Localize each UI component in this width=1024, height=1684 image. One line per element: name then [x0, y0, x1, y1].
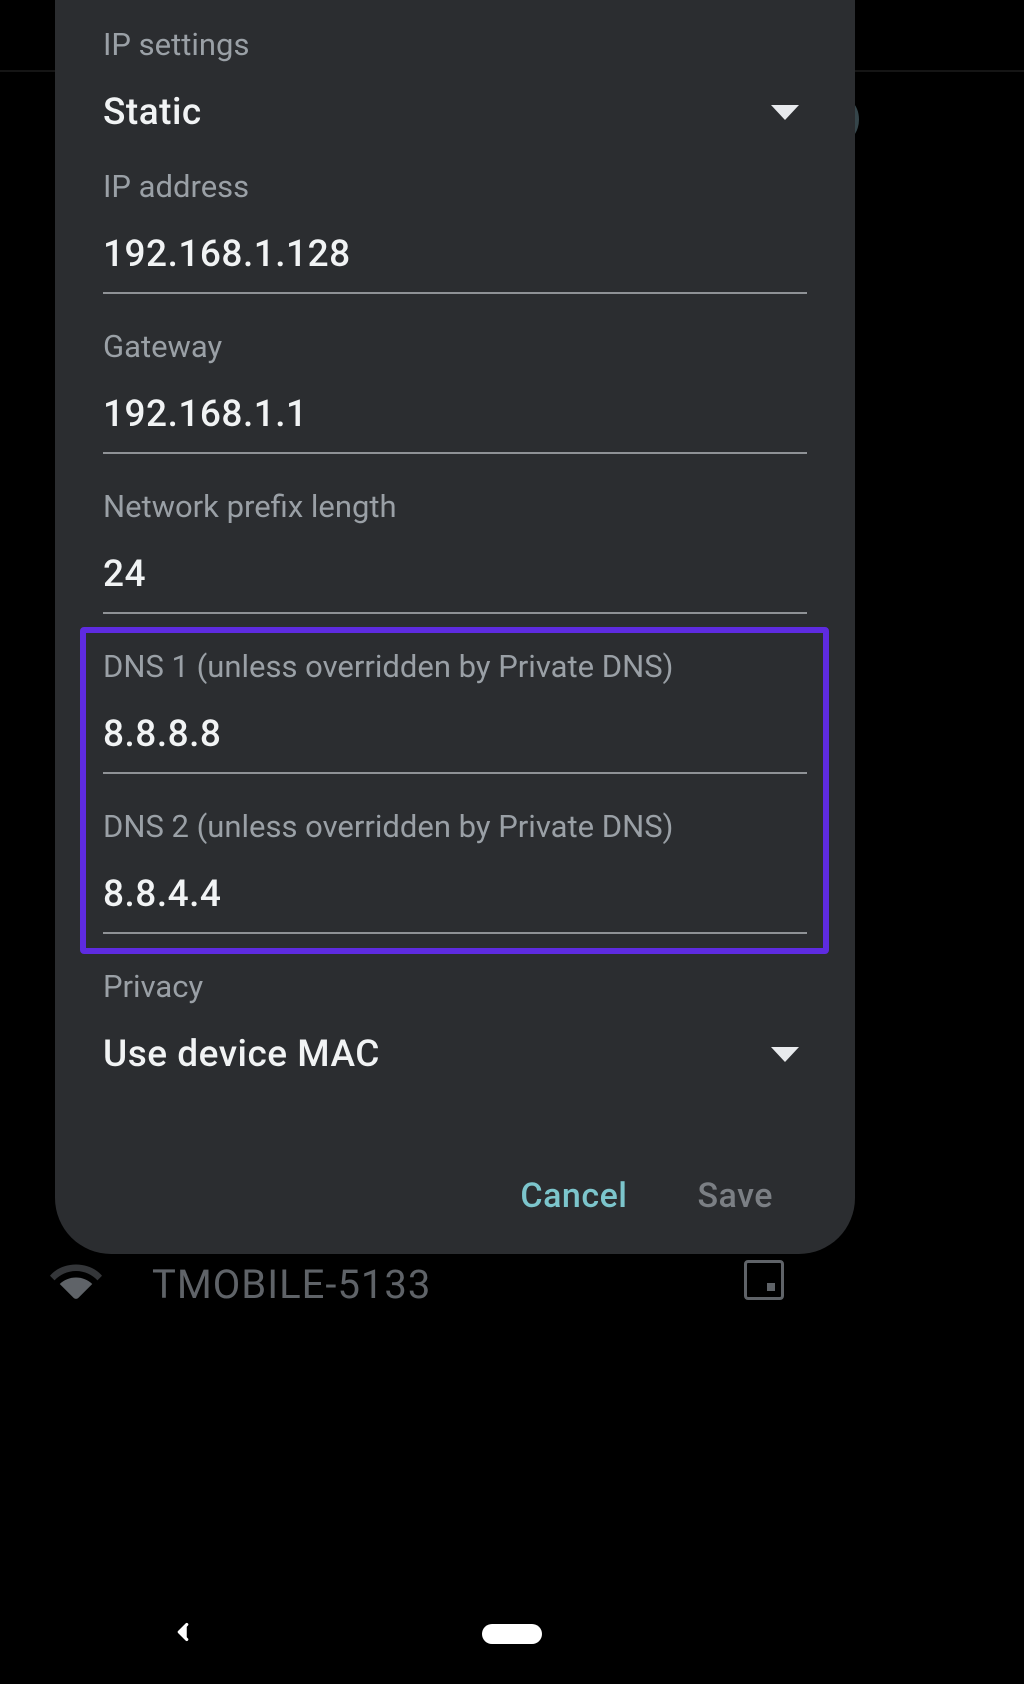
- back-icon[interactable]: [168, 1617, 198, 1651]
- field-underline: [103, 292, 807, 294]
- gateway-field[interactable]: Gateway: [103, 328, 807, 454]
- privacy-field[interactable]: Privacy Use device MAC: [103, 968, 807, 1076]
- ip-settings-field[interactable]: IP settings Static: [103, 26, 807, 134]
- dns1-field[interactable]: DNS 1 (unless overridden by Private DNS): [103, 648, 807, 774]
- dialog-scroll-area[interactable]: IP settings Static IP address Gateway Ne…: [103, 16, 807, 1150]
- field-underline: [103, 772, 807, 774]
- dns2-input[interactable]: [103, 873, 807, 916]
- prefix-length-input[interactable]: [103, 553, 807, 596]
- field-underline: [103, 452, 807, 454]
- ip-address-input[interactable]: [103, 233, 807, 276]
- dialog-actions: Cancel Save: [103, 1150, 807, 1254]
- privacy-label: Privacy: [103, 968, 807, 1005]
- chevron-down-icon: [771, 1047, 799, 1062]
- gateway-input[interactable]: [103, 393, 807, 436]
- dns2-field[interactable]: DNS 2 (unless overridden by Private DNS): [103, 808, 807, 934]
- background-wifi-row: TMOBILE-5133: [50, 1258, 431, 1310]
- background-wifi-name: TMOBILE-5133: [152, 1261, 431, 1308]
- prefix-length-field[interactable]: Network prefix length: [103, 488, 807, 614]
- system-nav-bar: [0, 1584, 1024, 1684]
- save-button[interactable]: Save: [697, 1176, 773, 1216]
- dns1-label: DNS 1 (unless overridden by Private DNS): [103, 648, 807, 685]
- cancel-button[interactable]: Cancel: [520, 1176, 627, 1216]
- dns2-label: DNS 2 (unless overridden by Private DNS): [103, 808, 807, 845]
- field-underline: [103, 932, 807, 934]
- privacy-value: Use device MAC: [103, 1033, 380, 1076]
- prefix-length-label: Network prefix length: [103, 488, 807, 525]
- ip-address-field[interactable]: IP address: [103, 168, 807, 294]
- wifi-icon: [50, 1258, 102, 1310]
- chevron-down-icon: [771, 105, 799, 120]
- network-settings-dialog: IP settings Static IP address Gateway Ne…: [55, 0, 855, 1254]
- lock-icon: [744, 1260, 784, 1300]
- field-underline: [103, 612, 807, 614]
- gesture-pill[interactable]: [482, 1624, 542, 1644]
- dns1-input[interactable]: [103, 713, 807, 756]
- ip-settings-label: IP settings: [103, 26, 807, 63]
- ip-address-label: IP address: [103, 168, 807, 205]
- ip-settings-value: Static: [103, 91, 202, 134]
- gateway-label: Gateway: [103, 328, 807, 365]
